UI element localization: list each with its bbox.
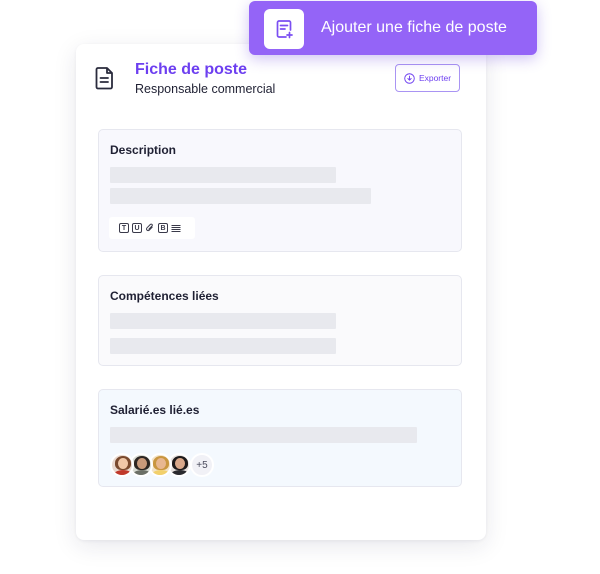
bold-button[interactable]: B	[158, 223, 168, 233]
text-format-button[interactable]: T	[119, 223, 129, 233]
align-icon[interactable]	[171, 223, 181, 233]
employee-avatars: +5	[110, 453, 214, 477]
competences-section: Compétences liées	[98, 275, 462, 366]
document-icon	[95, 67, 113, 90]
add-job-sheet-button[interactable]: Ajouter une fiche de poste	[249, 1, 537, 55]
export-button[interactable]: Exporter	[395, 64, 460, 92]
description-placeholder-line	[110, 188, 371, 204]
competence-placeholder-line	[110, 338, 336, 354]
description-title: Description	[110, 143, 177, 157]
description-section: Description T U B	[98, 129, 462, 252]
competence-placeholder-line	[110, 313, 336, 329]
add-job-sheet-label: Ajouter une fiche de poste	[321, 19, 507, 36]
add-icon-box	[264, 9, 304, 49]
download-icon	[404, 72, 415, 84]
page-title: Fiche de poste	[135, 61, 248, 78]
description-placeholder-line	[110, 167, 336, 183]
underline-button[interactable]: U	[132, 223, 142, 233]
employees-section: Salarié.es lié.es +5	[98, 389, 462, 487]
employees-title: Salarié.es lié.es	[110, 403, 200, 417]
add-document-icon	[276, 20, 293, 39]
avatar[interactable]	[110, 453, 134, 477]
export-label: Exporter	[418, 73, 452, 83]
employees-placeholder-line	[110, 427, 417, 443]
job-title-subtitle: Responsable commercial	[135, 82, 276, 96]
job-sheet-card: Fiche de poste Responsable commercial Ex…	[76, 44, 486, 540]
text-format-toolbar: T U B	[109, 217, 195, 239]
paperclip-icon[interactable]	[145, 223, 155, 233]
more-employees-badge[interactable]: +5	[190, 453, 214, 477]
competences-title: Compétences liées	[110, 289, 219, 303]
